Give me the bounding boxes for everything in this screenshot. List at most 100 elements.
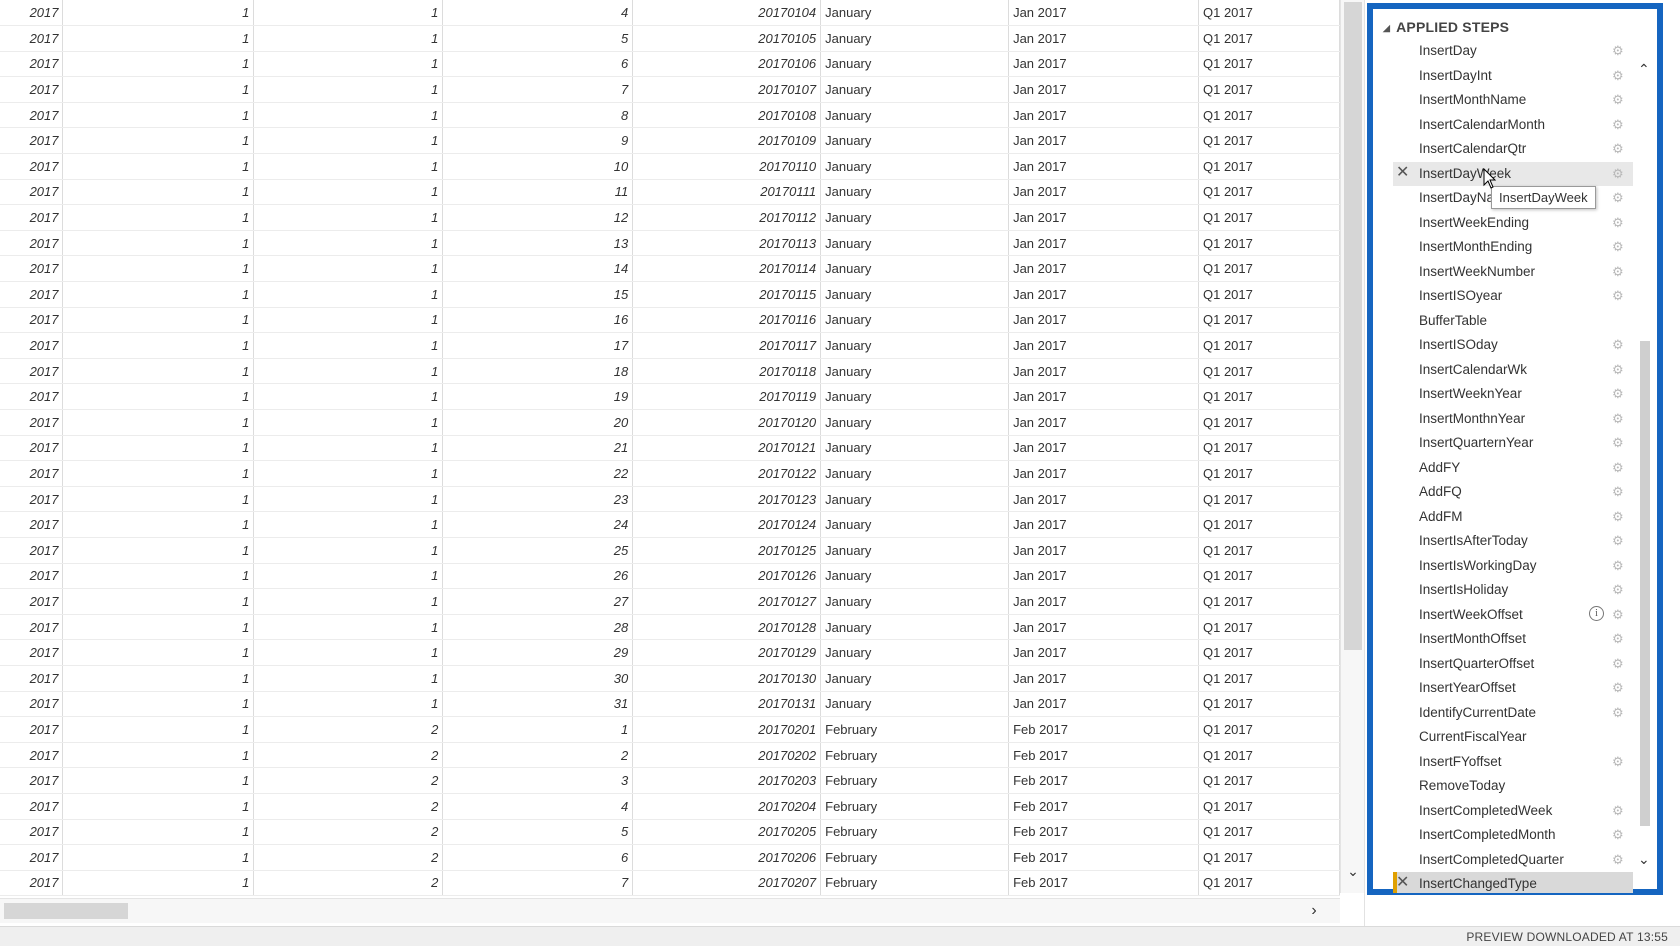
table-cell[interactable]: 2 — [253, 793, 444, 820]
gear-icon[interactable]: ⚙ — [1612, 484, 1624, 500]
applied-step-item[interactable]: InsertCompletedQuarter ⚙ — [1393, 848, 1633, 872]
gear-icon[interactable]: ⚙ — [1612, 68, 1624, 84]
grid-horizontal-scrollbar[interactable]: › — [0, 898, 1340, 923]
table-cell[interactable]: 2017 — [0, 819, 64, 846]
table-cell[interactable]: 1 — [253, 383, 444, 410]
grid-vertical-scroll-thumb[interactable] — [1344, 2, 1362, 650]
table-cell[interactable]: Jan 2017 — [1008, 486, 1199, 513]
applied-step-item[interactable]: InsertQuarternYear ⚙ — [1393, 431, 1633, 455]
table-cell[interactable]: 30 — [442, 665, 634, 692]
table-cell[interactable]: February — [820, 819, 1010, 846]
table-cell[interactable]: 2017 — [0, 588, 64, 615]
table-cell[interactable]: 1 — [62, 204, 255, 231]
table-cell[interactable]: 1 — [62, 793, 255, 820]
table-cell[interactable]: 1 — [62, 639, 255, 666]
table-cell[interactable]: 2017 — [0, 435, 64, 462]
table-cell[interactable]: 17 — [442, 332, 634, 359]
table-cell[interactable]: 1 — [62, 358, 255, 385]
gear-icon[interactable]: ⚙ — [1612, 166, 1624, 182]
table-cell[interactable]: January — [820, 230, 1010, 257]
table-cell[interactable]: 1 — [62, 665, 255, 692]
table-cell[interactable]: January — [820, 255, 1010, 283]
table-cell[interactable]: 20170104 — [632, 0, 822, 27]
table-cell[interactable]: 1 — [253, 102, 444, 129]
table-cell[interactable]: 2017 — [0, 691, 64, 718]
table-cell[interactable]: 1 — [62, 281, 255, 308]
table-cell[interactable]: 1 — [62, 716, 255, 743]
table-cell[interactable]: Q1 2017 — [1198, 179, 1341, 206]
table-cell[interactable]: 1 — [253, 486, 444, 513]
table-cell[interactable]: 2017 — [0, 844, 64, 871]
table-cell[interactable]: 1 — [62, 76, 255, 103]
table-cell[interactable]: 1 — [253, 614, 444, 641]
table-cell[interactable]: 20170107 — [632, 76, 822, 103]
table-cell[interactable]: Q1 2017 — [1198, 563, 1341, 590]
table-cell[interactable]: 7 — [442, 870, 634, 897]
table-cell[interactable]: January — [820, 511, 1010, 538]
table-cell[interactable]: Q1 2017 — [1198, 435, 1341, 462]
table-cell[interactable]: 2 — [442, 742, 634, 769]
table-cell[interactable]: February — [820, 716, 1010, 743]
table-cell[interactable]: 20170124 — [632, 511, 822, 538]
table-cell[interactable]: Jan 2017 — [1008, 76, 1199, 103]
table-cell[interactable]: February — [820, 870, 1010, 897]
table-cell[interactable]: 29 — [442, 639, 634, 666]
table-cell[interactable]: 1 — [62, 332, 255, 359]
applied-step-item[interactable]: InsertWeeknYear ⚙ — [1393, 382, 1633, 406]
table-cell[interactable]: 1 — [62, 409, 255, 436]
gear-icon[interactable]: ⚙ — [1612, 460, 1624, 476]
table-cell[interactable]: 1 — [253, 358, 444, 385]
table-cell[interactable]: Q1 2017 — [1198, 204, 1341, 231]
table-cell[interactable]: 2017 — [0, 716, 64, 743]
table-cell[interactable]: 23 — [442, 486, 634, 513]
table-cell[interactable]: 1 — [62, 819, 255, 846]
table-cell[interactable]: 2017 — [0, 332, 64, 359]
gear-icon[interactable]: ⚙ — [1612, 435, 1624, 451]
table-cell[interactable]: 13 — [442, 230, 634, 257]
gear-icon[interactable]: ⚙ — [1612, 239, 1624, 255]
applied-step-item[interactable]: InsertIsWorkingDay ⚙ — [1393, 554, 1633, 578]
applied-step-item[interactable]: InsertYearOffset ⚙ — [1393, 676, 1633, 700]
applied-step-item[interactable]: InsertMonthEnding ⚙ — [1393, 235, 1633, 259]
table-cell[interactable]: 1 — [62, 307, 255, 334]
table-cell[interactable]: 20170207 — [632, 870, 822, 897]
table-cell[interactable]: 20170128 — [632, 614, 822, 641]
table-cell[interactable]: Jan 2017 — [1008, 102, 1199, 129]
table-cell[interactable]: 25 — [442, 537, 634, 564]
table-cell[interactable]: 20 — [442, 409, 634, 436]
table-cell[interactable]: January — [820, 127, 1010, 155]
table-cell[interactable]: January — [820, 614, 1010, 641]
applied-step-item[interactable]: AddFQ ⚙ — [1393, 480, 1633, 504]
table-cell[interactable]: Q1 2017 — [1198, 332, 1341, 359]
table-cell[interactable]: 20170105 — [632, 25, 822, 52]
table-cell[interactable]: 1 — [253, 25, 444, 52]
applied-step-item[interactable]: InsertCalendarWk ⚙ — [1393, 358, 1633, 382]
table-cell[interactable]: 2017 — [0, 153, 64, 180]
gear-icon[interactable]: ⚙ — [1612, 215, 1624, 231]
table-cell[interactable]: 4 — [442, 0, 634, 27]
table-cell[interactable]: January — [820, 281, 1010, 308]
table-cell[interactable]: February — [820, 742, 1010, 769]
table-cell[interactable]: Q1 2017 — [1198, 102, 1341, 129]
table-cell[interactable]: 1 — [62, 537, 255, 564]
table-cell[interactable]: Q1 2017 — [1198, 76, 1341, 103]
applied-steps-header[interactable]: ◢ APPLIED STEPS — [1383, 19, 1509, 35]
table-cell[interactable]: 2017 — [0, 51, 64, 78]
table-cell[interactable]: Q1 2017 — [1198, 588, 1341, 615]
table-cell[interactable]: 1 — [253, 281, 444, 308]
table-cell[interactable]: Jan 2017 — [1008, 409, 1199, 436]
table-cell[interactable]: Q1 2017 — [1198, 614, 1341, 641]
table-cell[interactable]: 20170121 — [632, 435, 822, 462]
applied-step-item[interactable]: InsertFYoffset ⚙ — [1393, 750, 1633, 774]
table-cell[interactable]: Q1 2017 — [1198, 716, 1341, 743]
grid-horizontal-scroll-thumb[interactable] — [4, 903, 128, 919]
table-cell[interactable]: 14 — [442, 255, 634, 283]
table-cell[interactable]: 20170110 — [632, 153, 822, 180]
gear-icon[interactable]: ⚙ — [1612, 288, 1624, 304]
table-cell[interactable]: Feb 2017 — [1008, 793, 1199, 820]
table-cell[interactable]: 1 — [62, 51, 255, 78]
table-cell[interactable]: 6 — [442, 844, 634, 871]
table-cell[interactable]: 20170108 — [632, 102, 822, 129]
applied-step-item[interactable]: InsertIsAfterToday ⚙ — [1393, 529, 1633, 553]
close-icon[interactable]: ✕ — [1396, 164, 1412, 182]
